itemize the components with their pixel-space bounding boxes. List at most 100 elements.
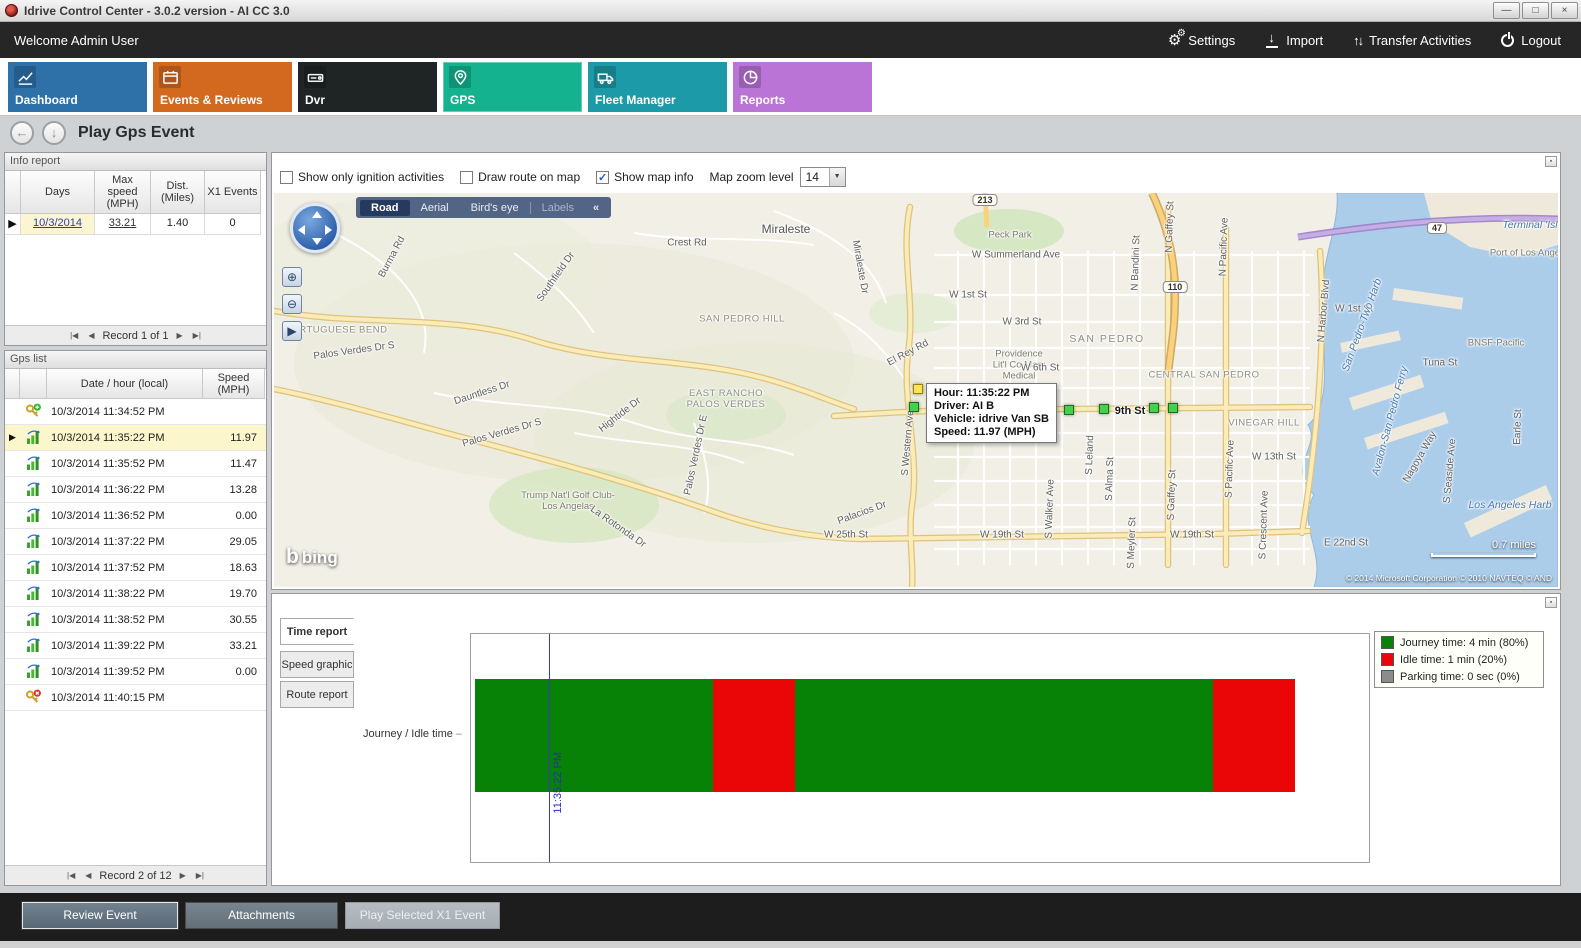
gps-list-row[interactable]: 10/3/2014 11:36:52 PM0.00: [5, 503, 266, 529]
nav-tab-dashboard[interactable]: Dashboard: [8, 62, 147, 112]
col-header-dist[interactable]: Dist. (Miles): [151, 171, 205, 214]
tab-time-report[interactable]: Time report: [280, 618, 354, 645]
legend-swatch: [1381, 653, 1394, 666]
gps-list-row[interactable]: 10/3/2014 11:38:22 PM19.70: [5, 581, 266, 607]
pan-down-icon[interactable]: [312, 238, 322, 245]
tab-speed-graphic[interactable]: Speed graphic: [280, 651, 354, 678]
timeline-bar: [475, 679, 1295, 792]
review-event-button[interactable]: Review Event: [22, 902, 178, 929]
gps-list-row[interactable]: 10/3/2014 11:38:52 PM30.55: [5, 607, 266, 633]
close-button[interactable]: ×: [1551, 2, 1578, 19]
checkbox-label: Draw route on map: [478, 170, 580, 184]
map-zoom-in-button[interactable]: ⊕: [282, 267, 302, 287]
route-point-marker[interactable]: [1099, 404, 1109, 414]
gps-speed-cell: 0.00: [203, 666, 265, 678]
pan-right-icon[interactable]: [325, 225, 332, 235]
col-header-x1-events[interactable]: X1 Events: [205, 171, 261, 214]
next-record-button[interactable]: ▶: [178, 871, 188, 880]
back-button[interactable]: ←: [10, 121, 34, 145]
logout-button[interactable]: Logout: [1501, 33, 1561, 48]
bing-logo: b bing: [286, 545, 338, 569]
first-record-button[interactable]: |◀: [68, 331, 80, 340]
route-point-marker[interactable]: [1149, 403, 1159, 413]
minimize-button[interactable]: —: [1493, 2, 1520, 19]
gps-date-cell: 10/3/2014 11:34:52 PM: [47, 406, 203, 418]
gps-speed-cell: 29.05: [203, 536, 265, 548]
pan-left-icon[interactable]: [298, 225, 305, 235]
route-point-marker[interactable]: [913, 384, 923, 394]
import-button[interactable]: Import: [1265, 33, 1323, 48]
page-title-row: ← ↓ Play Gps Event: [0, 116, 1581, 150]
gps-list-row[interactable]: 10/3/2014 11:34:52 PM: [5, 399, 266, 425]
gps-list-row[interactable]: ▶10/3/2014 11:35:22 PM11.97: [5, 425, 266, 451]
gps-date-cell: 10/3/2014 11:38:22 PM: [47, 588, 203, 600]
col-header-days[interactable]: Days: [21, 171, 95, 214]
nav-tab-fleet-manager[interactable]: Fleet Manager: [588, 62, 727, 112]
gps-point-icon: [20, 533, 47, 550]
collapse-chart-panel-button[interactable]: ▪: [1545, 597, 1557, 608]
col-header-speed[interactable]: Speed (MPH): [203, 369, 265, 399]
col-header-date[interactable]: Date / hour (local): [47, 369, 203, 399]
pan-up-icon[interactable]: [312, 211, 322, 218]
nav-tab-events-reviews[interactable]: Events & Reviews: [153, 62, 292, 112]
map-option-checked[interactable]: ✓Show map info: [596, 170, 693, 184]
last-record-button[interactable]: ▶|: [194, 871, 206, 880]
map-bar-collapse-button[interactable]: «: [585, 202, 607, 214]
maximize-button[interactable]: □: [1522, 2, 1549, 19]
checkbox-icon[interactable]: ✓: [596, 171, 609, 184]
map-view-birds-eye[interactable]: Bird's eye: [460, 202, 530, 214]
chart-cursor[interactable]: [549, 634, 550, 862]
record-count-label: Record 1 of 1: [102, 330, 168, 342]
map-option-unchecked[interactable]: Draw route on map: [460, 170, 580, 184]
map-canvas[interactable]: Road Aerial Bird's eye Labels « ⊕ ⊖ ▶ Ho…: [274, 193, 1558, 587]
map-zoom-label: Map zoom level: [710, 170, 794, 184]
gps-list-row[interactable]: 10/3/2014 11:39:52 PM0.00: [5, 659, 266, 685]
map-option-unchecked[interactable]: Show only ignition activities: [280, 170, 444, 184]
gps-list-row[interactable]: 10/3/2014 11:40:15 PM: [5, 685, 266, 711]
gps-list-row[interactable]: 10/3/2014 11:39:22 PM33.21: [5, 633, 266, 659]
next-record-button[interactable]: ▶: [175, 331, 185, 340]
map-view-labels[interactable]: Labels: [530, 202, 585, 214]
nav-tab-gps[interactable]: GPS: [443, 62, 582, 112]
nav-tab-dvr[interactable]: Dvr: [298, 62, 437, 112]
window-bottom-edge: [0, 941, 1581, 948]
map-zoom-select[interactable]: 14 ▼: [800, 167, 846, 187]
route-point-marker[interactable]: [909, 402, 919, 412]
first-record-button[interactable]: |◀: [65, 871, 77, 880]
gps-point-icon: [20, 507, 47, 524]
ignition-on-icon: [20, 403, 47, 420]
attachments-button[interactable]: Attachments: [185, 902, 338, 929]
collapse-map-panel-button[interactable]: ▪: [1545, 156, 1557, 167]
prev-record-button[interactable]: ◀: [86, 331, 96, 340]
legend-swatch: [1381, 636, 1394, 649]
map-view-road[interactable]: Road: [360, 200, 410, 216]
settings-button[interactable]: ⚙⚙ Settings: [1168, 33, 1235, 48]
prev-record-button[interactable]: ◀: [83, 871, 93, 880]
map-zoom-out-button[interactable]: ⊖: [282, 294, 302, 314]
gps-list-row[interactable]: 10/3/2014 11:35:52 PM11.47: [5, 451, 266, 477]
checkbox-icon[interactable]: [460, 171, 473, 184]
gps-list-row[interactable]: 10/3/2014 11:37:52 PM18.63: [5, 555, 266, 581]
map-panel: ▪ Show only ignition activities Draw rout…: [271, 152, 1561, 590]
info-report-row[interactable]: ▶ 10/3/2014 33.21 1.40 0: [5, 214, 266, 235]
last-record-button[interactable]: ▶|: [191, 331, 203, 340]
dist-cell: 1.40: [151, 214, 205, 235]
checkbox-icon[interactable]: [280, 171, 293, 184]
days-link[interactable]: 10/3/2014: [33, 217, 82, 229]
map-view-aerial[interactable]: Aerial: [410, 202, 460, 214]
nav-tab-reports[interactable]: Reports: [733, 62, 872, 112]
transfer-activities-button[interactable]: ↑↓ Transfer Activities: [1353, 33, 1471, 48]
gps-date-cell: 10/3/2014 11:37:22 PM: [47, 536, 203, 548]
down-button[interactable]: ↓: [42, 121, 66, 145]
col-header-max-speed[interactable]: Max speed (MPH): [95, 171, 151, 214]
gps-list-row[interactable]: 10/3/2014 11:36:22 PM13.28: [5, 477, 266, 503]
max-speed-cell[interactable]: 33.21: [109, 217, 137, 229]
highway-shield: 213: [972, 194, 997, 206]
map-tools-expand-button[interactable]: ▶: [282, 321, 302, 341]
map-compass-control[interactable]: [290, 203, 340, 253]
window-titlebar: Idrive Control Center - 3.0.2 version - …: [0, 0, 1581, 22]
tab-route-report[interactable]: Route report: [280, 681, 354, 708]
route-point-marker[interactable]: [1168, 403, 1178, 413]
route-point-marker[interactable]: [1064, 405, 1074, 415]
gps-list-row[interactable]: 10/3/2014 11:37:22 PM29.05: [5, 529, 266, 555]
